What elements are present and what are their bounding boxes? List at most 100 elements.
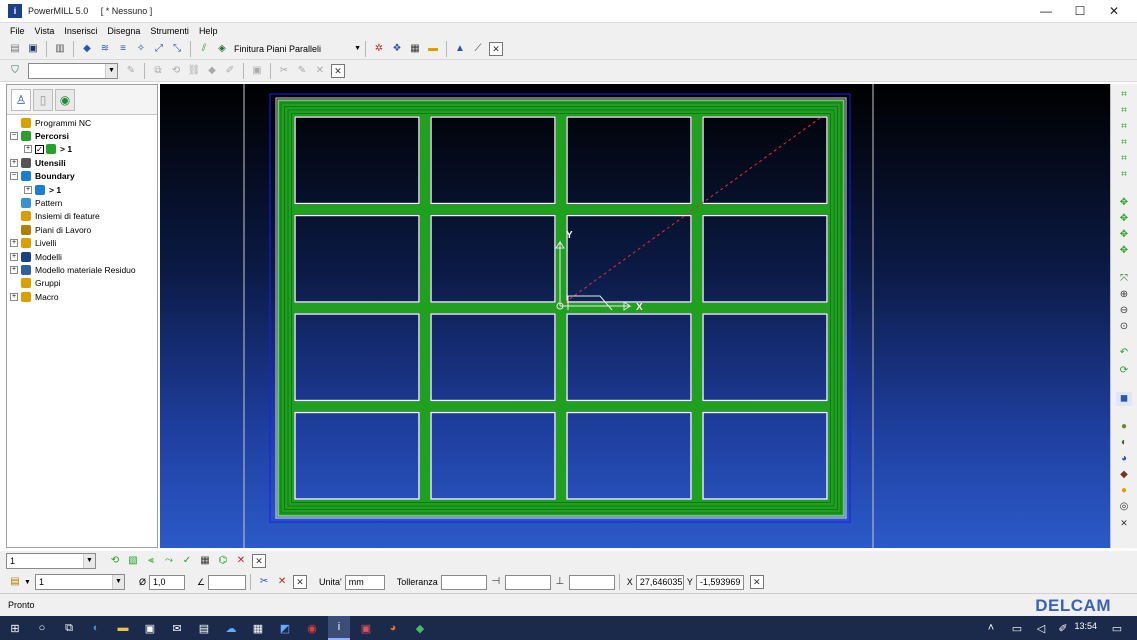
app-icon-1[interactable]: ▤ [193,616,215,640]
rapid-move-icon[interactable]: ≋ [98,42,112,56]
open-folder-icon[interactable]: ▤ [8,42,22,56]
x-coord-field[interactable]: 27,646035 [635,574,684,590]
tree-item[interactable]: Insiemi di feature [10,210,100,223]
close-toolbar-icon[interactable]: ✕ [749,575,764,589]
zoom-fit-icon[interactable]: ⤧ [1116,272,1132,286]
diameter-field[interactable]: 1,0 [148,574,185,590]
recycle-bin-tab-icon[interactable]: ▯ [33,88,53,111]
pencil-icon[interactable]: ✎ [295,64,309,78]
color-icon[interactable]: ● [1116,484,1132,498]
app-icon-4[interactable]: ◩ [274,616,296,640]
view-iso1-icon[interactable]: ⌗ [1116,88,1132,102]
active-item-combo[interactable]: ▼ [28,62,118,79]
tree-expander-icon[interactable]: − [10,172,18,181]
checkbox-icon[interactable]: ✓ [35,144,44,154]
tool-holder-icon[interactable]: ▤ [8,575,22,589]
toolpath-links-icon[interactable]: ⤳ [162,554,176,568]
edit-item-icon[interactable]: ✎ [124,64,138,78]
erase-icon[interactable]: ◆ [205,64,219,78]
view-iso4-icon[interactable]: ⌗ [1116,136,1132,150]
task-view-icon[interactable]: ⧉ [58,616,80,640]
start-point-icon[interactable]: ⤢ [152,42,166,56]
tree-expander-icon[interactable]: + [10,158,18,167]
tool-combo[interactable]: 1 ▼ [34,574,125,590]
powermill-taskbar-icon[interactable]: i [328,616,350,640]
axial-thickness-field[interactable] [568,574,615,590]
thickness-slider-icon[interactable]: ⊣ [489,575,503,589]
material-icon[interactable]: ◕ [1116,452,1132,466]
toolpath-delete-icon[interactable]: ✕ [234,554,248,568]
file-explorer-icon[interactable]: ▬ [112,616,134,640]
app-icon-2[interactable]: ☁ [220,616,242,640]
tree-expander-icon[interactable]: + [10,252,18,261]
end-point-icon[interactable]: ⤡ [170,42,184,56]
view-iso5-icon[interactable]: ⌗ [1116,152,1132,166]
app-icon-3[interactable]: ▦ [247,616,269,640]
link-icon[interactable]: ⛓ [187,64,201,78]
save-item-icon[interactable]: ▣ [250,64,264,78]
tree-item[interactable]: + ✓ > 1 [24,143,72,156]
units-field[interactable]: mm [344,574,385,590]
tolerance-field[interactable] [440,574,487,590]
close-toolbar-icon[interactable]: ✕ [1116,516,1132,530]
pen-icon[interactable]: ✐ [1052,616,1074,640]
tree-expander-icon[interactable]: + [24,145,32,154]
workplane-icon[interactable]: ⛉ [8,64,22,78]
tray-chevron-icon[interactable]: ˄ [980,616,1002,640]
feeds-speeds-icon[interactable]: ≡ [116,42,130,56]
strategy-preset-icon[interactable]: ◈ [215,42,229,56]
3d-viewport[interactable]: Y X [160,84,1110,548]
battery-icon[interactable]: ▭ [1006,616,1028,640]
zoom-in-icon[interactable]: ⊕ [1116,288,1132,302]
tree-expander-icon[interactable]: + [24,185,32,194]
tree-item[interactable]: + Livelli [10,237,56,250]
ruler-icon[interactable]: ▬ [426,42,440,56]
mail-icon[interactable]: ✉ [166,616,188,640]
tree-item[interactable]: Piani di Lavoro [10,223,91,236]
tree-item[interactable]: Programmi NC [10,116,91,129]
notifications-icon[interactable]: ▭ [1106,616,1128,640]
tool-delete-icon[interactable]: ✕ [275,575,289,589]
tree-item[interactable]: + Macro [10,290,59,303]
tree-item[interactable]: + Modello materiale Residuo [10,263,136,276]
menu-disegna[interactable]: Disegna [107,26,140,36]
globe-tab-icon[interactable]: ◉ [55,88,75,111]
refresh-icon[interactable]: ⟳ [1116,364,1132,378]
menu-inserisci[interactable]: Inserisci [64,26,97,36]
tree-item[interactable]: Gruppi [10,277,61,290]
tree-expander-icon[interactable]: − [10,131,18,140]
menu-strumenti[interactable]: Strumenti [150,26,189,36]
transform-icon[interactable]: ⟲ [169,64,183,78]
lighting-icon[interactable]: ◐ [1116,436,1132,450]
close-toolbar-icon[interactable]: ✕ [489,41,503,56]
firefox-icon[interactable]: ◕ [382,616,404,640]
axial-thickness-icon[interactable]: ⊥ [553,575,567,589]
tree-expander-icon[interactable]: + [10,292,18,301]
tip-radius-field[interactable] [208,574,247,590]
menu-file[interactable]: File [10,26,25,36]
menu-help[interactable]: Help [199,26,218,36]
texture-icon[interactable]: ◆ [1116,468,1132,482]
view-bottom-icon[interactable]: ✥ [1116,244,1132,258]
toolpath-table-icon[interactable]: ▦ [198,554,212,568]
minimize-button[interactable]: — [1029,0,1063,23]
block-icon[interactable]: ◆ [80,42,94,56]
search-icon[interactable]: ○ [31,616,53,640]
leads-links-icon[interactable]: ✧ [134,42,148,56]
maximize-button[interactable]: ☐ [1063,0,1097,23]
thickness-field[interactable] [504,574,551,590]
close-toolbar-icon[interactable]: ✕ [331,63,345,78]
toolpath-leads-icon[interactable]: ⫷ [144,554,158,568]
shaded-view-icon[interactable]: ◼ [1116,392,1132,406]
tool-icon[interactable]: ⟋ [471,42,485,56]
wireframe-globe-icon[interactable]: ◎ [1116,500,1132,514]
tree-item[interactable]: − Percorsi [10,129,69,142]
tree-item[interactable]: + Utensili [10,156,66,169]
toolpath-edit-icon[interactable]: ⌬ [216,554,230,568]
store-icon[interactable]: ▣ [139,616,161,640]
volume-icon[interactable]: ◁ [1030,616,1052,640]
tree-item[interactable]: Pattern [10,196,62,209]
chevron-down-icon[interactable]: ▼ [24,579,31,586]
simulate-icon[interactable]: ✲ [372,42,386,56]
toolpath-strategy-icon[interactable]: ⫽ [197,42,211,56]
